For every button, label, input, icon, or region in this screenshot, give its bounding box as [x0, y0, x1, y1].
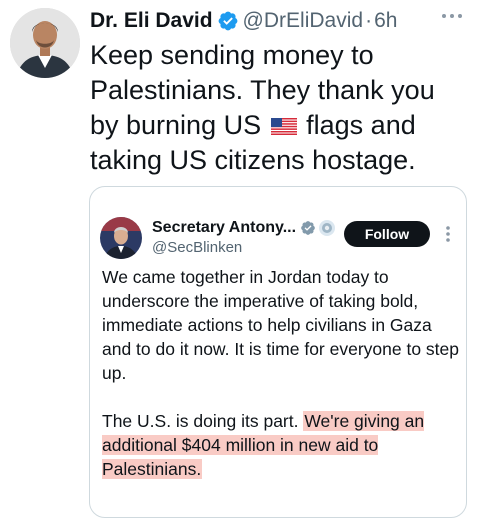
verified-badge-icon	[218, 11, 237, 31]
author-handle[interactable]: @DrEliDavid	[243, 9, 364, 33]
quoted-paragraph-2: The U.S. is doing its part. We're giving…	[102, 409, 464, 481]
quoted-more-options-icon[interactable]	[441, 223, 455, 245]
quoted-author-handle[interactable]: @SecBlinken	[152, 239, 242, 256]
tweet: Dr. Eli David @DrEliDavid · 6h Keep send…	[0, 0, 477, 518]
affiliation-seal-icon	[319, 220, 336, 236]
quoted-tweet-text: We came together in Jordan today to unde…	[102, 265, 464, 481]
post-time[interactable]: 6h	[374, 9, 397, 33]
quoted-paragraph-2-plain: The U.S. is doing its part.	[102, 411, 299, 431]
author-avatar[interactable]	[10, 8, 80, 78]
author-name[interactable]: Dr. Eli David	[90, 9, 213, 33]
follow-button[interactable]: Follow	[344, 221, 430, 247]
tweet-text: Keep sending money to Palestinians. They…	[90, 38, 470, 178]
tweet-header: Dr. Eli David @DrEliDavid · 6h	[90, 6, 397, 36]
us-flag-icon	[270, 118, 297, 135]
quoted-author-avatar[interactable]	[100, 217, 142, 259]
quoted-author-name-text: Secretary Antony...	[152, 219, 297, 236]
more-options-icon[interactable]	[439, 6, 465, 30]
separator-dot: ·	[365, 9, 373, 32]
quoted-tweet-card[interactable]: Secretary Antony... @SecBlinken Follow W…	[89, 186, 467, 518]
government-badge-icon	[301, 221, 315, 235]
quoted-paragraph-1: We came together in Jordan today to unde…	[102, 267, 459, 383]
quoted-author-name[interactable]: Secretary Antony...	[152, 219, 336, 237]
